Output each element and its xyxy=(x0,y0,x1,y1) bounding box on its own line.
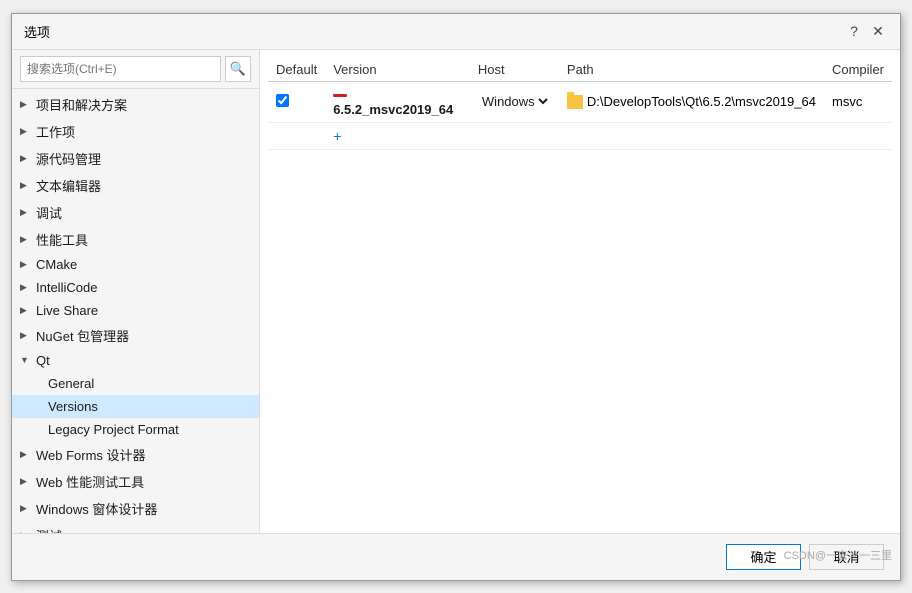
path-cell: D:\DevelopTools\Qt\6.5.2\msvc2019_64 xyxy=(559,81,824,122)
tree-item-qt-general[interactable]: General xyxy=(12,372,259,395)
host-select[interactable]: Windows Linux macOS xyxy=(478,93,551,110)
right-panel: Default Version Host Path Compiler 6.5.2… xyxy=(260,50,900,533)
versions-table: Default Version Host Path Compiler 6.5.2… xyxy=(268,58,892,150)
tree-item-workitems[interactable]: ▶ 工作项 xyxy=(12,118,259,145)
dialog-title: 选项 xyxy=(24,22,50,41)
title-bar-buttons: ? ✕ xyxy=(844,21,888,41)
compiler-cell: msvc xyxy=(824,81,892,122)
tree-item-projects[interactable]: ▶ 项目和解决方案 xyxy=(12,91,259,118)
tree-arrow: ▶ xyxy=(20,282,32,293)
search-input[interactable] xyxy=(20,56,221,82)
folder-icon xyxy=(567,95,583,109)
default-checkbox-cell[interactable] xyxy=(268,81,325,122)
col-compiler: Compiler xyxy=(824,58,892,82)
tree-arrow: ▶ xyxy=(20,207,32,218)
tree-arrow: ▶ xyxy=(20,330,32,341)
tree-item-qt[interactable]: ▼ Qt xyxy=(12,349,259,372)
version-name: 6.5.2_msvc2019_64 xyxy=(333,102,453,117)
dialog-body: 🔍 ▶ 项目和解决方案 ▶ 工作项 ▶ 源代码管理 ▶ 文本编辑器 ▶ 调试 ▶ 性能工具 ▶ CMake… xyxy=(12,50,900,533)
search-icon[interactable]: 🔍 xyxy=(225,56,251,82)
tree-item-qt-legacy[interactable]: Legacy Project Format xyxy=(12,418,259,441)
tree-label: 工作项 xyxy=(36,122,75,141)
tree-item-nuget[interactable]: ▶ NuGet 包管理器 xyxy=(12,322,259,349)
tree-label: 测试 xyxy=(36,526,62,533)
tree-label: NuGet 包管理器 xyxy=(36,326,129,345)
ok-button[interactable]: 确定 xyxy=(726,544,801,570)
tree-arrow: ▶ xyxy=(20,305,32,316)
tree-item-test[interactable]: ▶测试 xyxy=(12,522,259,533)
tree-arrow: ▶ xyxy=(20,126,32,137)
search-box: 🔍 xyxy=(12,50,259,89)
col-path: Path xyxy=(559,58,824,82)
options-dialog: 选项 ? ✕ 🔍 ▶ 项目和解决方案 ▶ 工作项 ▶ 源代码管理 ▶ 文本编辑器 ▶ 调试 ▶ 性能工… xyxy=(11,13,901,581)
tree-label: 文本编辑器 xyxy=(36,176,101,195)
version-cell: 6.5.2_msvc2019_64 xyxy=(325,81,470,122)
tree-item-webforms[interactable]: ▶ Web Forms 设计器 xyxy=(12,441,259,468)
tree-item-winforms[interactable]: ▶ Windows 窗体设计器 xyxy=(12,495,259,522)
tree-label: Windows 窗体设计器 xyxy=(36,499,157,518)
red-dash-icon xyxy=(333,94,347,97)
left-panel: 🔍 ▶ 项目和解决方案 ▶ 工作项 ▶ 源代码管理 ▶ 文本编辑器 ▶ 调试 ▶ 性能工具 ▶ CMake… xyxy=(12,50,260,533)
col-host: Host xyxy=(470,58,559,82)
tree-item-cmake[interactable]: ▶ CMake xyxy=(12,253,259,276)
tree-label: 项目和解决方案 xyxy=(36,95,127,114)
table-row: 6.5.2_msvc2019_64 Windows Linux macOS D:… xyxy=(268,81,892,122)
default-checkbox[interactable] xyxy=(276,94,289,107)
tree-arrow: ▶ xyxy=(20,234,32,245)
tree-label: General xyxy=(48,376,94,391)
tree-arrow: ▼ xyxy=(20,355,32,365)
title-bar: 选项 ? ✕ xyxy=(12,14,900,50)
tree-arrow: ▶ xyxy=(20,503,32,514)
tree-label: Live Share xyxy=(36,303,98,318)
tree-item-qt-versions[interactable]: Versions xyxy=(12,395,259,418)
tree-arrow: ▶ xyxy=(20,180,32,191)
help-button[interactable]: ? xyxy=(844,21,864,41)
add-version-label[interactable]: + xyxy=(325,122,892,149)
tree-label: Legacy Project Format xyxy=(48,422,179,437)
tree-label: IntelliCode xyxy=(36,280,97,295)
tree-label: Web Forms 设计器 xyxy=(36,445,146,464)
host-cell[interactable]: Windows Linux macOS xyxy=(470,81,559,122)
tree-item-debug[interactable]: ▶ 调试 xyxy=(12,199,259,226)
close-button[interactable]: ✕ xyxy=(868,21,888,41)
tree-item-texteditor[interactable]: ▶ 文本编辑器 xyxy=(12,172,259,199)
col-version: Version xyxy=(325,58,470,82)
tree-label: Versions xyxy=(48,399,98,414)
col-default: Default xyxy=(268,58,325,82)
tree-item-intellicode[interactable]: ▶ IntelliCode xyxy=(12,276,259,299)
tree-item-perf[interactable]: ▶ 性能工具 xyxy=(12,226,259,253)
path-text: D:\DevelopTools\Qt\6.5.2\msvc2019_64 xyxy=(587,94,816,109)
tree-arrow: ▶ xyxy=(20,449,32,460)
plus-icon: + xyxy=(333,128,341,144)
tree-label: CMake xyxy=(36,257,77,272)
tree-label: Qt xyxy=(36,353,50,368)
cancel-button[interactable]: 取消 xyxy=(809,544,884,570)
tree-item-webperf[interactable]: ▶ Web 性能测试工具 xyxy=(12,468,259,495)
add-version-plus-cell[interactable] xyxy=(268,122,325,149)
add-version-row[interactable]: + xyxy=(268,122,892,149)
tree-label: 性能工具 xyxy=(36,230,88,249)
tree-list: ▶ 项目和解决方案 ▶ 工作项 ▶ 源代码管理 ▶ 文本编辑器 ▶ 调试 ▶ 性能工具 ▶ CMake ▶ I… xyxy=(12,89,259,533)
dialog-footer: 确定 取消 xyxy=(12,533,900,580)
tree-item-source[interactable]: ▶ 源代码管理 xyxy=(12,145,259,172)
tree-arrow: ▶ xyxy=(20,99,32,110)
tree-item-liveshare[interactable]: ▶ Live Share xyxy=(12,299,259,322)
tree-arrow: ▶ xyxy=(20,153,32,164)
tree-label: 调试 xyxy=(36,203,62,222)
tree-label: 源代码管理 xyxy=(36,149,101,168)
tree-arrow: ▶ xyxy=(20,259,32,270)
tree-label: Web 性能测试工具 xyxy=(36,472,144,491)
tree-arrow: ▶ xyxy=(20,476,32,487)
